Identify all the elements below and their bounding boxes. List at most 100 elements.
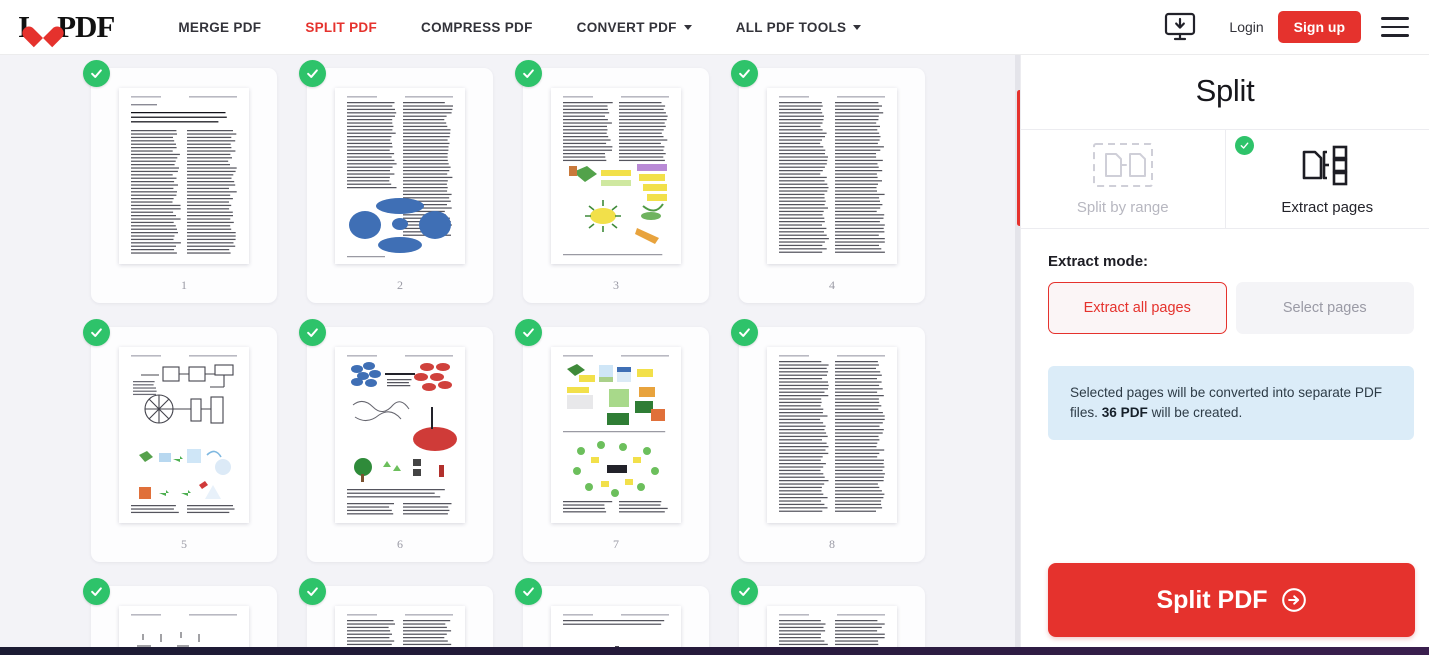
page-preview-artwork — [767, 347, 897, 523]
tab-selected-check-icon — [1234, 136, 1254, 155]
nav-item-split-pdf[interactable]: SPLIT PDF — [283, 0, 399, 55]
page-preview — [767, 606, 897, 647]
page-preview — [551, 347, 681, 523]
page-selected-check-icon[interactable] — [515, 578, 542, 605]
nav-item-compress-pdf[interactable]: COMPRESS PDF — [399, 0, 555, 55]
chevron-down-icon — [683, 24, 692, 30]
page-thumbnail-card[interactable]: 8 — [731, 319, 925, 562]
nav-label: CONVERT PDF — [576, 19, 677, 35]
page-selected-check-icon[interactable] — [515, 60, 542, 87]
select-pages-button[interactable]: Select pages — [1235, 282, 1414, 334]
page-number: 5 — [181, 537, 187, 551]
split-tool-panel: Split Split by range Extract pages Extra… — [1020, 55, 1429, 647]
bottom-chrome-bar — [0, 647, 1429, 655]
hamburger-menu-icon[interactable] — [1381, 17, 1409, 37]
tab-extract-pages[interactable]: Extract pages — [1224, 130, 1429, 228]
logo-text-right: PDF — [57, 9, 115, 44]
page-preview — [767, 88, 897, 264]
heart-icon — [30, 15, 56, 41]
tab-label: Split by range — [1076, 199, 1169, 216]
page-preview-artwork — [767, 606, 897, 647]
header-actions: Login Sign up — [1159, 11, 1413, 43]
page-preview-artwork — [335, 347, 465, 523]
page-number: 1 — [181, 278, 187, 292]
signup-button[interactable]: Sign up — [1277, 11, 1361, 43]
info-highlight-count: 36 PDF — [1101, 404, 1148, 420]
nav-label: COMPRESS PDF — [421, 19, 533, 35]
nav-label: SPLIT PDF — [305, 19, 378, 35]
button-label: Select pages — [1282, 300, 1367, 316]
extract-pages-icon — [1302, 145, 1348, 186]
page-preview-artwork — [335, 88, 465, 264]
nav-item-all-pdf-tools[interactable]: ALL PDF TOOLS — [714, 0, 884, 55]
page-preview — [335, 606, 465, 647]
page-selected-check-icon[interactable] — [731, 60, 758, 87]
pages-grid: 1 2 3 4 5 6 7 8 — [0, 55, 1020, 647]
desktop-download-icon[interactable] — [1159, 11, 1201, 43]
page-preview — [335, 88, 465, 264]
nav-item-merge-pdf[interactable]: MERGE PDF — [156, 0, 283, 55]
page-preview-artwork — [119, 88, 249, 264]
main-nav: MERGE PDF SPLIT PDF COMPRESS PDF CONVERT… — [156, 0, 883, 55]
page-number: 8 — [829, 537, 835, 551]
extract-all-pages-button[interactable]: Extract all pages — [1048, 282, 1227, 334]
nav-label: ALL PDF TOOLS — [735, 19, 847, 35]
page-selected-check-icon[interactable] — [731, 319, 758, 346]
extract-mode-buttons: Extract all pages Select pages — [1048, 282, 1414, 334]
nav-label: MERGE PDF — [178, 19, 262, 35]
page-preview — [551, 606, 681, 647]
nav-item-convert-pdf[interactable]: CONVERT PDF — [555, 0, 714, 55]
page-preview — [119, 606, 249, 647]
page-preview-artwork — [551, 606, 681, 647]
chevron-down-icon — [853, 24, 862, 30]
page-thumbnail-card[interactable]: 6 — [299, 319, 493, 562]
page-thumbnail-card[interactable]: 5 — [83, 319, 277, 562]
arrow-right-circle-icon — [1281, 588, 1306, 612]
pages-workspace: 1 2 3 4 5 6 7 8 — [0, 55, 1020, 647]
page-thumbnail-card[interactable]: 1 — [83, 60, 277, 303]
page-selected-check-icon[interactable] — [83, 60, 110, 87]
site-header: I PDF MERGE PDF SPLIT PDF COMPRESS PDF C… — [0, 0, 1429, 55]
tab-split-by-range[interactable]: Split by range — [1021, 130, 1225, 228]
tab-label: Extract pages — [1281, 199, 1374, 216]
info-text-after: will be created. — [1147, 404, 1243, 420]
page-preview — [551, 88, 681, 264]
page-preview — [119, 88, 249, 264]
page-number: 2 — [397, 278, 403, 292]
page-preview — [767, 347, 897, 523]
split-mode-tabs: Split by range Extract pages — [1021, 129, 1429, 229]
page-preview-artwork — [551, 88, 681, 264]
page-thumbnail-card[interactable]: 3 — [515, 60, 709, 303]
page-preview — [335, 347, 465, 523]
page-thumbnail-card[interactable]: 9 — [83, 578, 277, 647]
split-by-range-icon — [1092, 143, 1153, 187]
page-number: 7 — [613, 537, 619, 551]
page-selected-check-icon[interactable] — [83, 578, 110, 605]
page-number: 4 — [829, 278, 835, 292]
split-pdf-button[interactable]: Split PDF — [1048, 563, 1415, 637]
login-link[interactable]: Login — [1215, 19, 1277, 35]
page-selected-check-icon[interactable] — [299, 60, 326, 87]
split-pdf-button-label: Split PDF — [1156, 585, 1268, 614]
page-thumbnail-card[interactable]: 10 — [299, 578, 493, 647]
page-thumbnail-card[interactable]: 4 — [731, 60, 925, 303]
page-preview-artwork — [119, 347, 249, 523]
extract-mode-label: Extract mode: — [1048, 253, 1149, 270]
page-thumbnail-card[interactable]: 7 — [515, 319, 709, 562]
page-preview-artwork — [335, 606, 465, 647]
info-message: Selected pages will be converted into se… — [1048, 366, 1414, 441]
page-selected-check-icon[interactable] — [515, 319, 542, 346]
page-preview-artwork — [551, 347, 681, 523]
page-thumbnail-card[interactable]: 11 — [515, 578, 709, 647]
page-selected-check-icon[interactable] — [299, 578, 326, 605]
page-preview-artwork — [119, 606, 249, 647]
page-selected-check-icon[interactable] — [299, 319, 326, 346]
page-thumbnail-card[interactable]: 12 — [731, 578, 925, 647]
ilovepdf-logo[interactable]: I PDF — [18, 9, 115, 45]
page-title: Split — [1195, 73, 1255, 108]
page-number: 6 — [397, 537, 403, 551]
page-selected-check-icon[interactable] — [83, 319, 110, 346]
button-label: Extract all pages — [1083, 300, 1191, 316]
page-thumbnail-card[interactable]: 2 — [299, 60, 493, 303]
page-selected-check-icon[interactable] — [731, 578, 758, 605]
